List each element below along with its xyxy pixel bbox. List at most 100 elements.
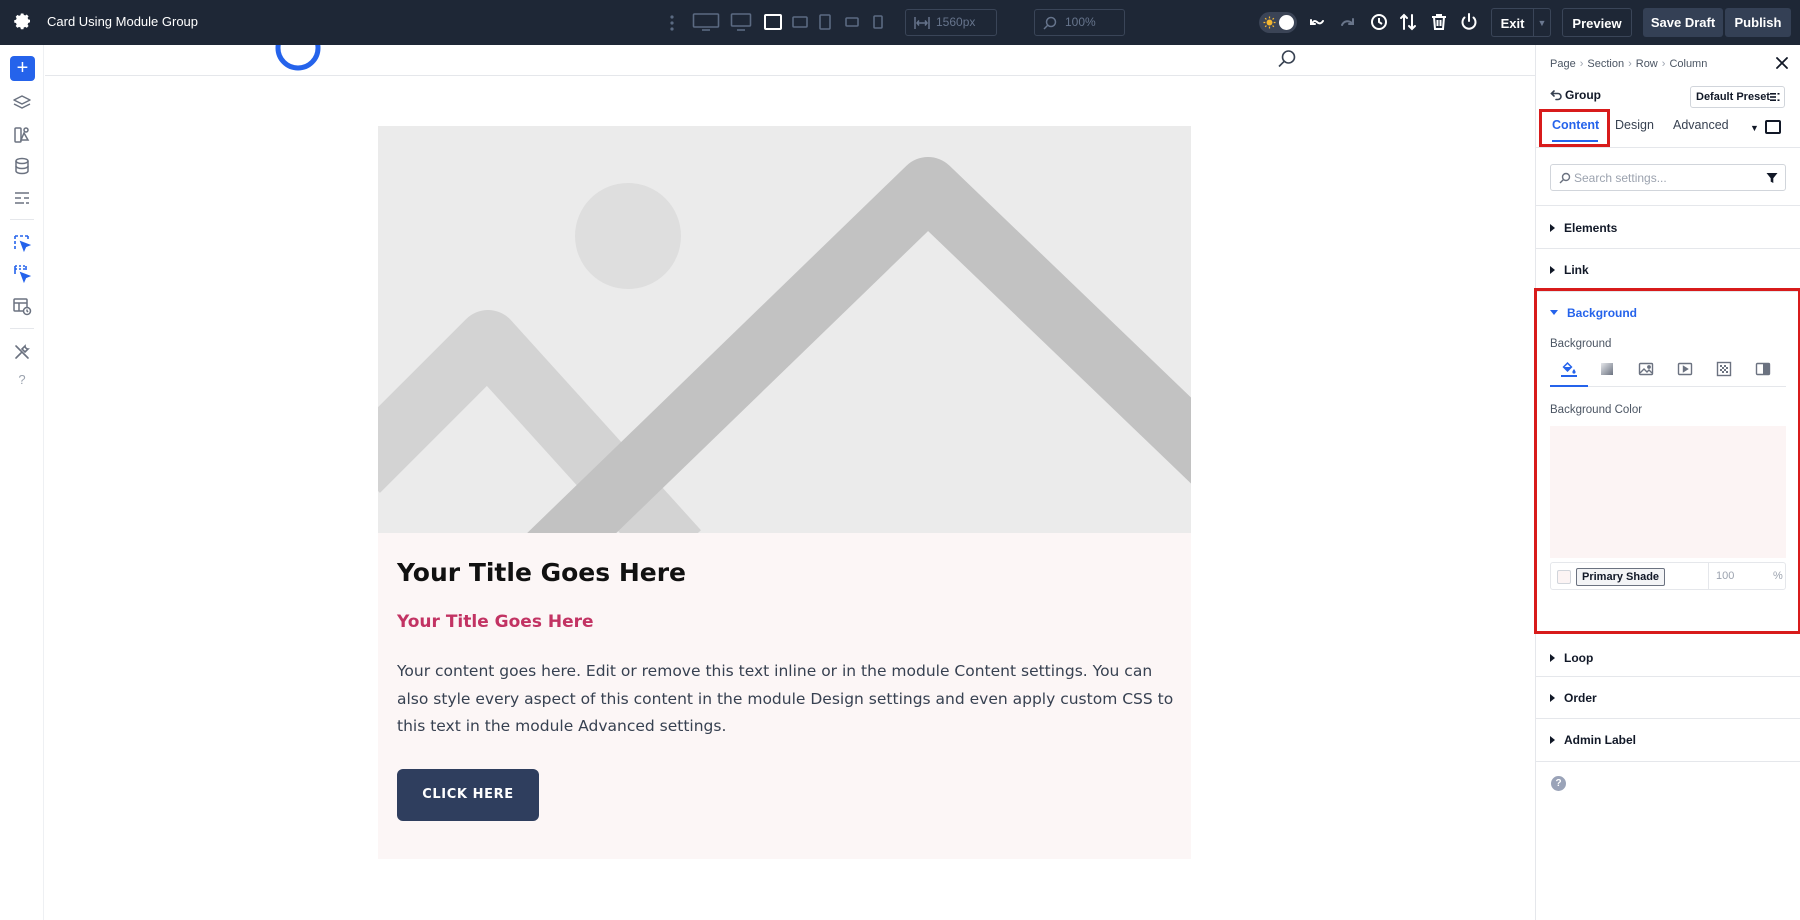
sort-icon[interactable] bbox=[1398, 12, 1418, 32]
tools-icon[interactable] bbox=[12, 342, 32, 362]
section-label: Elements bbox=[1564, 221, 1618, 235]
section-label: Order bbox=[1564, 691, 1597, 705]
breadcrumb-item[interactable]: Section bbox=[1587, 58, 1624, 70]
preset-name: Default Preset bbox=[1696, 91, 1770, 103]
select-icon[interactable] bbox=[12, 233, 32, 253]
modules-icon[interactable] bbox=[12, 125, 32, 145]
section-order[interactable]: Order bbox=[1550, 691, 1597, 705]
card-body-text: Your content goes here. Edit or remove t… bbox=[397, 662, 1174, 735]
section-admin-label[interactable]: Admin Label bbox=[1550, 733, 1636, 747]
section-divider bbox=[1536, 248, 1800, 249]
width-icon bbox=[914, 17, 930, 29]
breadcrumb-item[interactable]: Row bbox=[1636, 58, 1658, 70]
publish-button[interactable]: Publish bbox=[1725, 8, 1791, 37]
section-divider bbox=[1536, 718, 1800, 719]
tablet-icon[interactable] bbox=[818, 12, 832, 32]
section-label: Link bbox=[1564, 263, 1589, 277]
breadcrumb-separator: › bbox=[1579, 58, 1584, 70]
section-link[interactable]: Link bbox=[1550, 263, 1589, 277]
caret-right-icon bbox=[1550, 694, 1555, 702]
trash-icon[interactable] bbox=[1429, 12, 1449, 32]
tablet-landscape-icon[interactable] bbox=[791, 12, 809, 32]
undo-icon[interactable] bbox=[1308, 12, 1328, 32]
breadcrumb-separator: › bbox=[1661, 58, 1666, 70]
preset-selector[interactable]: Default Preset bbox=[1690, 86, 1785, 108]
section-divider bbox=[1536, 205, 1800, 206]
panel-mode-icon[interactable] bbox=[1765, 120, 1781, 134]
search-settings-input[interactable] bbox=[1574, 169, 1754, 187]
theme-toggle-knob bbox=[1279, 15, 1294, 30]
zoom-value: 100% bbox=[1065, 15, 1096, 29]
search-icon[interactable] bbox=[1277, 49, 1297, 69]
settings-panel: Page › Section › Row › Column Group Default Pr… bbox=[1534, 45, 1800, 920]
layers-icon[interactable] bbox=[12, 93, 32, 113]
sun-icon bbox=[1263, 16, 1276, 29]
card-subtitle: Your Title Goes Here bbox=[397, 612, 594, 632]
element-name: Group bbox=[1565, 88, 1601, 102]
gear-icon[interactable] bbox=[13, 12, 33, 32]
zoom-field[interactable]: 100% bbox=[1034, 9, 1125, 36]
tab-design[interactable]: Design bbox=[1615, 118, 1654, 132]
card-image-placeholder[interactable] bbox=[378, 126, 1191, 533]
history-icon[interactable] bbox=[1369, 12, 1389, 32]
section-label: Admin Label bbox=[1564, 733, 1637, 747]
filter-icon[interactable] bbox=[1766, 172, 1778, 184]
preset-menu-icon bbox=[1770, 93, 1780, 101]
back-icon[interactable] bbox=[1550, 89, 1562, 101]
search-icon bbox=[1559, 172, 1571, 184]
save-draft-button[interactable]: Save Draft bbox=[1643, 8, 1723, 37]
add-module-button[interactable]: + bbox=[10, 56, 35, 81]
layout-icon[interactable] bbox=[12, 188, 32, 208]
section-divider bbox=[1536, 676, 1800, 677]
laptop-icon[interactable] bbox=[763, 12, 783, 32]
image-placeholder-icon bbox=[378, 126, 1191, 533]
width-field[interactable]: 1560px bbox=[905, 9, 997, 36]
rail-divider bbox=[10, 219, 34, 220]
help-icon[interactable]: ? bbox=[12, 372, 32, 387]
exit-dropdown-button[interactable]: ▼ bbox=[1533, 8, 1551, 37]
breadcrumb: Page › Section › Row › Column bbox=[1550, 58, 1707, 70]
phone-landscape-icon[interactable] bbox=[844, 12, 860, 32]
power-icon[interactable] bbox=[1459, 12, 1479, 32]
width-value: 1560px bbox=[936, 15, 976, 29]
section-elements[interactable]: Elements bbox=[1550, 221, 1617, 235]
builder-canvas: Your Title Goes Here Your Title Goes Her… bbox=[45, 45, 1535, 920]
database-icon[interactable] bbox=[12, 156, 32, 176]
card-group[interactable]: Your Title Goes Here Your Title Goes Her… bbox=[378, 126, 1191, 859]
desktop-wide-icon[interactable] bbox=[692, 12, 720, 32]
left-rail: + ? bbox=[0, 45, 44, 920]
desktop-icon[interactable] bbox=[730, 12, 752, 32]
template-icon[interactable] bbox=[12, 296, 32, 316]
phone-icon[interactable] bbox=[872, 12, 884, 32]
tab-advanced[interactable]: Advanced bbox=[1673, 118, 1729, 132]
exit-button[interactable]: Exit bbox=[1491, 8, 1533, 37]
site-header bbox=[45, 45, 1535, 76]
settings-search[interactable] bbox=[1550, 164, 1786, 191]
background-section-highlight bbox=[1534, 288, 1800, 634]
breadcrumb-item[interactable]: Page bbox=[1550, 58, 1576, 70]
redo-icon[interactable] bbox=[1338, 12, 1358, 32]
caret-right-icon bbox=[1550, 224, 1555, 232]
top-toolbar: Card Using Module Group 1560px 100% Exit… bbox=[0, 0, 1800, 45]
site-logo-icon bbox=[275, 45, 321, 71]
section-divider bbox=[1536, 761, 1800, 762]
tabs-dropdown-icon[interactable]: ▼ bbox=[1750, 123, 1759, 133]
zoom-icon bbox=[1043, 16, 1057, 30]
breadcrumb-item[interactable]: Column bbox=[1669, 58, 1707, 70]
caret-right-icon bbox=[1550, 654, 1555, 662]
kebab-icon[interactable] bbox=[668, 13, 676, 33]
caret-right-icon bbox=[1550, 736, 1555, 744]
click-here-button[interactable]: CLICK HERE bbox=[397, 769, 539, 821]
theme-toggle[interactable] bbox=[1259, 12, 1297, 33]
section-label: Loop bbox=[1564, 651, 1594, 665]
section-loop[interactable]: Loop bbox=[1550, 651, 1593, 665]
rail-divider bbox=[10, 328, 34, 329]
help-icon[interactable]: ? bbox=[1551, 776, 1566, 791]
caret-right-icon bbox=[1550, 266, 1555, 274]
content-tab-highlight bbox=[1539, 109, 1610, 147]
close-icon[interactable] bbox=[1774, 55, 1790, 71]
preview-button[interactable]: Preview bbox=[1562, 8, 1632, 37]
select-multi-icon[interactable] bbox=[12, 264, 32, 284]
card-title: Your Title Goes Here bbox=[397, 558, 687, 587]
page-title: Card Using Module Group bbox=[47, 14, 199, 29]
